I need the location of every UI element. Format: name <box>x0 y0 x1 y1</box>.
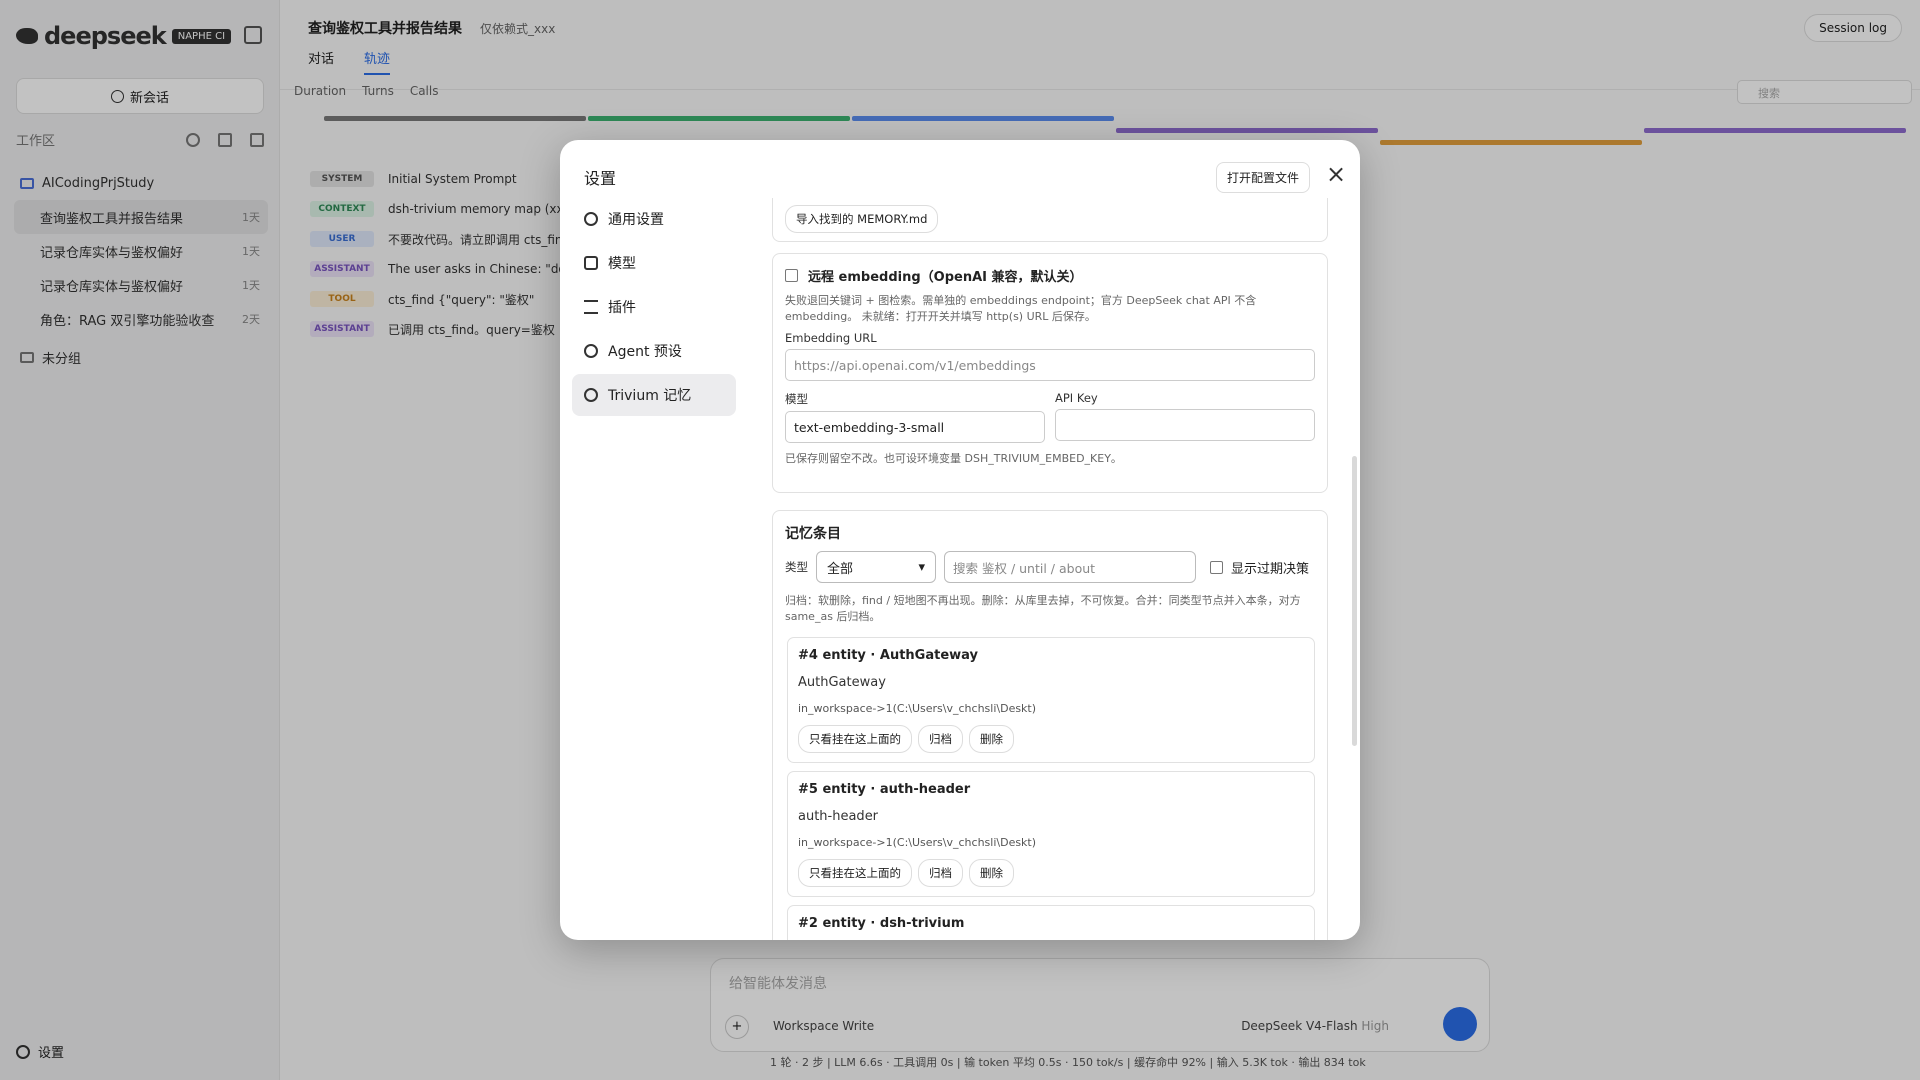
delete-button[interactable]: 删除 <box>969 859 1014 887</box>
embedding-checkbox[interactable] <box>785 269 798 282</box>
close-icon[interactable]: × <box>1325 162 1347 186</box>
embedding-model-label: 模型 <box>785 392 808 406</box>
nav-label: 插件 <box>608 300 636 316</box>
agent-icon <box>584 344 598 358</box>
chevron-down-icon: ▾ <box>918 559 925 575</box>
embedding-model-input[interactable]: text-embedding-3-small <box>785 411 1045 443</box>
type-value: 全部 <box>827 561 854 577</box>
memory-entry: #4 entity · AuthGateway AuthGateway in_w… <box>787 637 1315 763</box>
nav-label: 通用设置 <box>608 212 664 228</box>
embedding-footer-hint: 已保存则留空不改。也可设环境变量 DSH_TRIVIUM_EMBED_KEY。 <box>785 452 1122 465</box>
entry-path: in_workspace->1(C:\Users\v_chchsli\Deskt… <box>798 702 1037 715</box>
embedding-checkbox-label: 远程 embedding（OpenAI 兼容，默认关） <box>808 270 1083 285</box>
scrollbar[interactable] <box>1352 456 1357 746</box>
settings-modal: 设置 打开配置文件 × 通用设置 模型 插件 Agent 预设 Trivium … <box>560 140 1360 940</box>
memory-section-title: 记忆条目 <box>785 526 841 542</box>
entry-header: #5 entity · auth-header <box>798 782 971 797</box>
import-memory-button[interactable]: 导入找到的 MEMORY.md <box>785 205 939 233</box>
entry-path: in_workspace->1(C:\Users\v_chchsli\Deskt… <box>798 836 1037 849</box>
nav-model[interactable]: 模型 <box>572 242 736 284</box>
settings-content: 导入找到的 MEMORY.md 远程 embedding（OpenAI 兼容，默… <box>772 198 1340 940</box>
database-icon <box>584 256 598 270</box>
only-attached-button[interactable]: 只看挂在这上面的 <box>798 725 912 753</box>
import-card: 导入找到的 MEMORY.md <box>772 198 1328 242</box>
type-select[interactable]: 全部 ▾ <box>816 551 936 583</box>
archive-button[interactable]: 归档 <box>918 725 963 753</box>
memory-search-input[interactable]: 搜索 鉴权 / until / about <box>944 551 1196 583</box>
settings-nav: 通用设置 模型 插件 Agent 预设 Trivium 记忆 <box>572 198 736 418</box>
modal-title: 设置 <box>584 169 617 188</box>
show-expired-label: 显示过期决策 <box>1231 561 1310 577</box>
entry-name: auth-header <box>798 809 879 824</box>
open-config-button[interactable]: 打开配置文件 <box>1216 162 1311 193</box>
entry-header: #2 entity · dsh-trivium <box>798 916 965 931</box>
delete-button[interactable]: 删除 <box>969 725 1014 753</box>
memory-hint: 归档：软删除，find / 短地图不再出现。删除：从库里去掉，不可恢复。合并：同… <box>785 594 1301 623</box>
only-attached-button[interactable]: 只看挂在这上面的 <box>798 859 912 887</box>
embedding-card: 远程 embedding（OpenAI 兼容，默认关） 失败退回关键词 + 图检… <box>772 253 1328 493</box>
gear-icon <box>584 212 598 226</box>
nav-plugins[interactable]: 插件 <box>572 286 736 328</box>
api-key-label: API Key <box>1055 391 1098 405</box>
nav-label: Trivium 记忆 <box>608 388 692 404</box>
entry-name: AuthGateway <box>798 675 886 690</box>
memory-icon <box>584 388 598 402</box>
memory-entry: #2 entity · dsh-trivium <box>787 905 1315 940</box>
archive-button[interactable]: 归档 <box>918 859 963 887</box>
sliders-icon <box>584 300 598 314</box>
show-expired-checkbox[interactable] <box>1210 560 1223 574</box>
api-key-input[interactable] <box>1055 409 1315 441</box>
nav-agent-presets[interactable]: Agent 预设 <box>572 330 736 372</box>
nav-label: Agent 预设 <box>608 344 682 360</box>
embedding-url-input[interactable]: https://api.openai.com/v1/embeddings <box>785 349 1315 381</box>
type-label: 类型 <box>785 560 808 574</box>
embedding-hint: 失败退回关键词 + 图检索。需单独的 embeddings endpoint；官… <box>785 294 1257 323</box>
entry-header: #4 entity · AuthGateway <box>798 648 979 663</box>
embedding-url-label: Embedding URL <box>785 331 877 345</box>
memory-entry: #5 entity · auth-header auth-header in_w… <box>787 771 1315 897</box>
nav-general[interactable]: 通用设置 <box>572 198 736 240</box>
nav-label: 模型 <box>608 256 636 272</box>
nav-trivium-memory[interactable]: Trivium 记忆 <box>572 374 736 416</box>
memory-card: 记忆条目 类型 全部 ▾ 搜索 鉴权 / until / about 显示过期决… <box>772 510 1328 940</box>
